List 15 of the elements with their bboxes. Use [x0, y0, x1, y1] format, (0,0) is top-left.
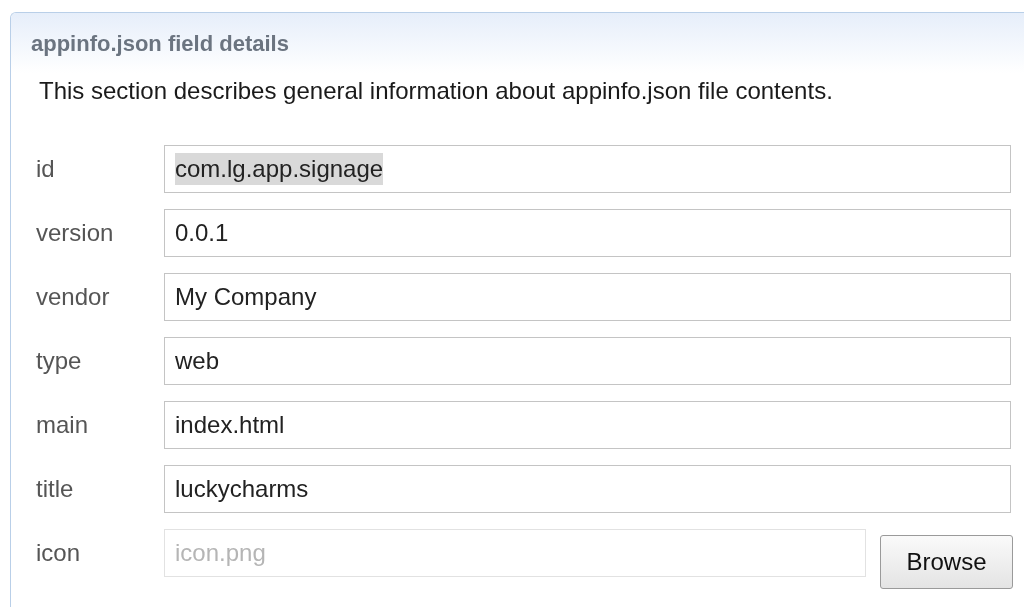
text-field[interactable]: com.lg.app.signage: [164, 145, 1011, 193]
text-field[interactable]: luckycharms: [164, 465, 1011, 513]
text-field[interactable]: My Company: [164, 273, 1011, 321]
field-label: main: [35, 410, 90, 440]
text-field[interactable]: 0.0.1: [164, 209, 1011, 257]
field-label: type: [35, 346, 83, 376]
field-label: version: [35, 218, 115, 248]
section-description: This section describes general information about appinfo.json file contents.: [39, 76, 834, 106]
field-label: title: [35, 474, 75, 504]
text-field[interactable]: index.html: [164, 401, 1011, 449]
field-label: icon: [35, 538, 82, 568]
section-title: appinfo.json field details: [31, 29, 289, 58]
field-label: id: [35, 154, 56, 184]
text-field[interactable]: web: [164, 337, 1011, 385]
field-label: vendor: [35, 282, 111, 312]
